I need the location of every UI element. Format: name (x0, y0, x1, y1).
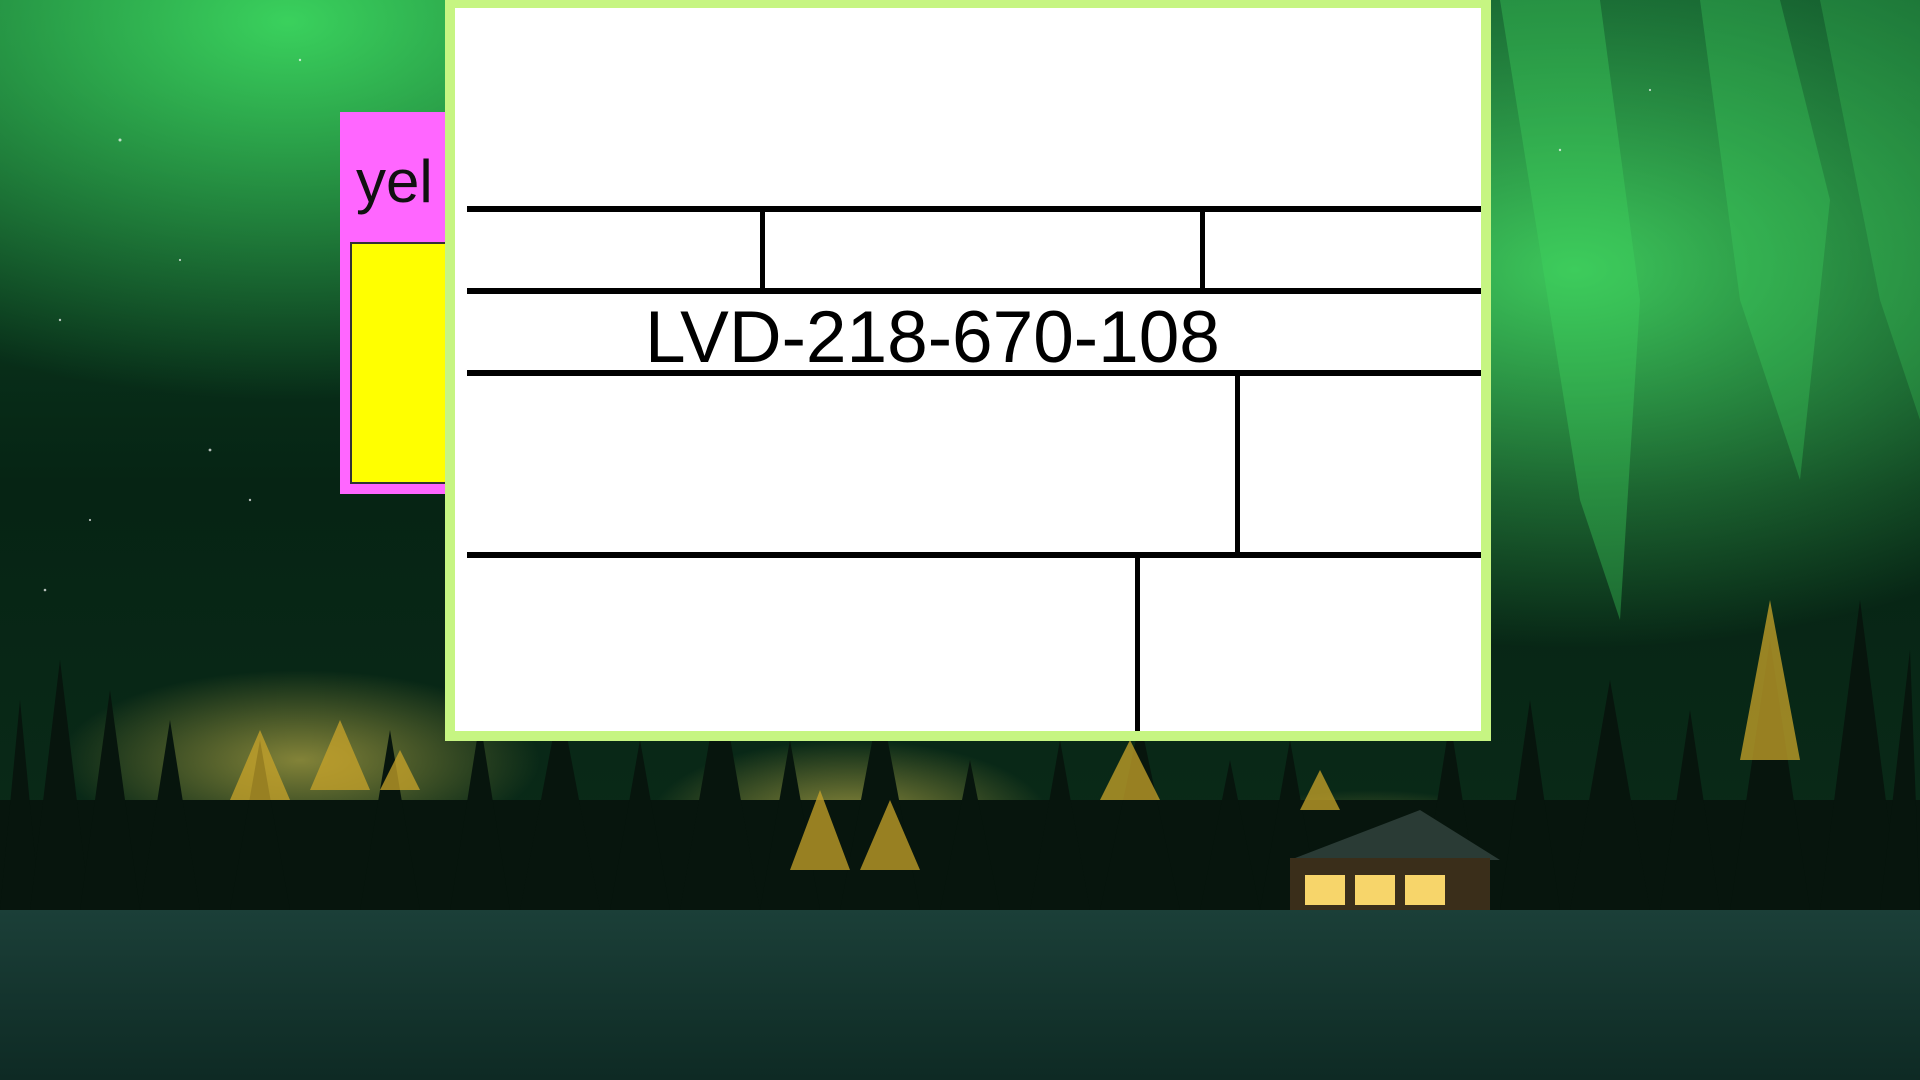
column-divider (1135, 556, 1140, 731)
row-divider (467, 370, 1481, 376)
yellow-swatch[interactable] (350, 242, 460, 484)
code-label: LVD-218-670-108 (645, 297, 1220, 378)
screen: yel LVD-218-670-108 (0, 0, 1920, 1080)
row-divider (467, 552, 1481, 558)
column-divider (760, 208, 765, 292)
column-divider (1235, 374, 1240, 554)
column-divider (1200, 208, 1205, 292)
form-panel[interactable]: LVD-218-670-108 (445, 0, 1491, 741)
row-divider (467, 206, 1481, 212)
row-divider (467, 288, 1481, 294)
yellow-widget-label: yel (356, 148, 433, 215)
